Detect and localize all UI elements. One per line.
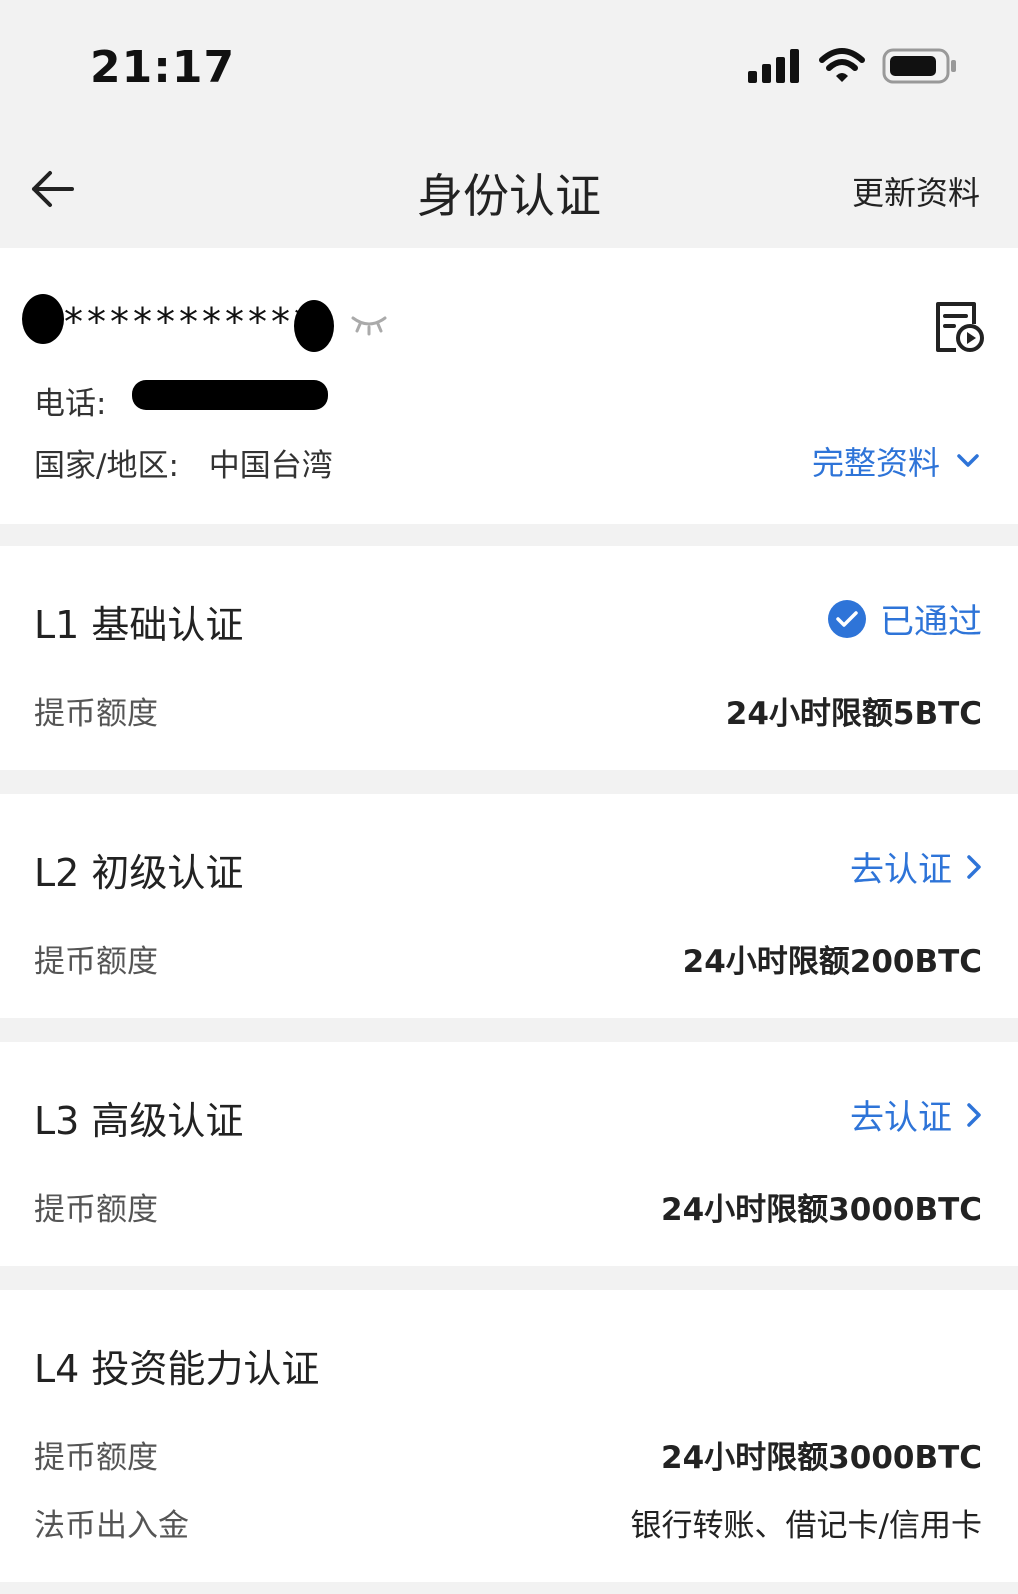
region-label: 国家/地区: [34, 448, 179, 484]
chevron-right-icon [967, 1102, 981, 1127]
verify-label: 去认证 [850, 850, 952, 890]
check-circle-icon [828, 599, 866, 638]
status-icons [748, 48, 958, 84]
level-status-label: 已通过 [880, 602, 982, 642]
status-time: 21:17 [90, 42, 236, 93]
withdraw-limit-value: 24小时限额200BTC [682, 944, 982, 980]
update-info-button[interactable]: 更新资料 [852, 168, 980, 214]
verify-label: 去认证 [850, 1098, 952, 1138]
level-title: L1 基础认证 [34, 603, 244, 647]
withdraw-limit-value: 24小时限额3000BTC [661, 1440, 982, 1476]
signal-icon [748, 49, 799, 83]
masked-name: *********** [64, 300, 317, 344]
eye-closed-icon[interactable] [350, 314, 388, 340]
level-title: L4 投资能力认证 [34, 1347, 320, 1391]
level-status-passed: 已通过 [828, 594, 982, 643]
region-value: 中国台湾 [208, 448, 333, 484]
level-card-l3: L3 高级认证 去认证 提币额度 24小时限额3000BTC [0, 1042, 1018, 1266]
level-card-l2: L2 初级认证 去认证 提币额度 24小时限额200BTC [0, 794, 1018, 1018]
level-title: L2 初级认证 [34, 851, 244, 895]
verify-button[interactable]: 去认证 [850, 842, 982, 891]
withdraw-limit-value: 24小时限额5BTC [725, 696, 982, 732]
redaction-mark [294, 300, 334, 352]
complete-info-link[interactable]: 完整资料 [812, 438, 980, 484]
level-title: L3 高级认证 [34, 1099, 244, 1143]
phone-label: 电话: [34, 386, 107, 422]
status-bar: 21:17 [0, 0, 1018, 130]
redaction-mark [22, 294, 64, 344]
redaction-mark [132, 380, 328, 410]
chevron-down-icon [957, 454, 979, 467]
profile-card: *********** 电话: 国家/地区: 中国台湾 完整资料 [0, 248, 1018, 524]
withdraw-limit-label: 提币额度 [34, 1440, 158, 1476]
nav-bar: 身份认证 更新资料 [0, 130, 1018, 248]
withdraw-limit-value: 24小时限额3000BTC [661, 1192, 982, 1228]
level-card-l1: L1 基础认证 已通过 提币额度 24小时限额5BTC [0, 546, 1018, 770]
complete-info-label: 完整资料 [811, 444, 940, 482]
fiat-deposit-label: 法币出入金 [34, 1508, 189, 1544]
region-row: 国家/地区: 中国台湾 [34, 440, 333, 485]
fiat-deposit-value: 银行转账、借记卡/信用卡 [630, 1508, 982, 1544]
withdraw-limit-label: 提币额度 [34, 944, 158, 980]
withdraw-limit-label: 提币额度 [34, 696, 158, 732]
withdraw-limit-label: 提币额度 [34, 1192, 158, 1228]
wifi-icon [819, 48, 865, 82]
battery-icon [882, 48, 956, 84]
level-card-l4: L4 投资能力认证 提币额度 24小时限额3000BTC 法币出入金 银行转账、… [0, 1290, 1018, 1582]
document-play-icon[interactable] [932, 300, 986, 358]
chevron-right-icon [967, 854, 981, 879]
verify-button[interactable]: 去认证 [850, 1090, 982, 1139]
